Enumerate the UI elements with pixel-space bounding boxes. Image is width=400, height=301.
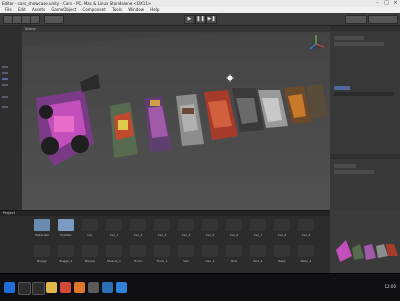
pivot-toggle[interactable] (44, 15, 64, 24)
asset-item[interactable]: Van_1 (198, 245, 222, 269)
system-tray-time[interactable]: 12:00 (384, 284, 396, 289)
hierarchy-panel (0, 26, 22, 210)
asset-item[interactable]: Truck_1 (150, 245, 174, 269)
asset-item[interactable]: Car_4 (174, 219, 198, 243)
project-panel: Project Materials Prefabs Car Car_1 Car_… (0, 210, 330, 274)
task-view-icon[interactable] (32, 282, 45, 295)
hierarchy-item[interactable] (2, 96, 8, 98)
inspector-row[interactable] (334, 86, 350, 90)
inspector-panel (330, 26, 400, 210)
scale-tool-icon[interactable] (30, 15, 40, 24)
asset-labels-header (330, 154, 400, 159)
play-button[interactable]: ▶ (184, 15, 195, 24)
maximize-icon[interactable]: □ (382, 0, 391, 7)
search-icon[interactable] (18, 282, 31, 295)
hierarchy-item[interactable] (2, 72, 8, 74)
asset-item[interactable]: Prefabs (54, 219, 78, 243)
scene-tab[interactable]: Scene (25, 27, 36, 31)
layers-dropdown[interactable] (345, 15, 367, 24)
asset-item[interactable]: Buggy (30, 245, 54, 269)
layout-dropdown[interactable] (368, 15, 398, 24)
taskbar: 12:00 (0, 273, 400, 301)
hierarchy-item[interactable] (2, 84, 8, 86)
asset-item[interactable]: Car_3 (150, 219, 174, 243)
hierarchy-item[interactable] (2, 66, 8, 68)
asset-item[interactable]: Muscle_1 (102, 245, 126, 269)
chrome-icon[interactable] (60, 282, 71, 293)
unity-icon[interactable] (88, 282, 99, 293)
asset-item[interactable]: Rod (222, 245, 246, 269)
title-bar: Editor - cars_showcase.unity - Cars - PC… (0, 0, 400, 7)
asset-item[interactable]: Materials (30, 219, 54, 243)
asset-item[interactable]: Car_7 (246, 219, 270, 243)
asset-item[interactable]: Muscle (78, 245, 102, 269)
hierarchy-item[interactable] (2, 78, 8, 80)
inspector-field[interactable] (334, 92, 394, 96)
step-button[interactable]: ▶❚ (206, 15, 217, 24)
asset-item[interactable]: Buggy_1 (54, 245, 78, 269)
minimize-icon[interactable]: – (373, 0, 382, 7)
preview-render (330, 210, 400, 273)
pause-button[interactable]: ❚❚ (195, 15, 206, 24)
asset-item[interactable]: Truck (126, 245, 150, 269)
inspector-row[interactable] (334, 170, 374, 174)
inspector-row[interactable] (334, 164, 356, 168)
asset-item[interactable]: Car_5 (198, 219, 222, 243)
project-header: Project (0, 211, 330, 216)
project-title: Project (3, 211, 15, 215)
inspector-header (330, 26, 400, 31)
toolbar: ▶ ❚❚ ▶❚ (0, 13, 400, 26)
windows-start-icon[interactable] (4, 282, 15, 293)
asset-item[interactable]: Car_6 (222, 219, 246, 243)
asset-item[interactable]: Car_2 (126, 219, 150, 243)
asset-item[interactable]: Car_9 (294, 219, 318, 243)
inspector-row[interactable] (334, 36, 364, 40)
asset-item[interactable]: Rally (270, 245, 294, 269)
window-title: Editor - cars_showcase.unity - Cars - PC… (2, 1, 152, 6)
scene-viewport[interactable] (22, 26, 330, 210)
asset-item[interactable]: Rally_1 (294, 245, 318, 269)
firefox-icon[interactable] (74, 282, 85, 293)
asset-item[interactable]: Car_8 (270, 219, 294, 243)
scene-render (22, 26, 330, 210)
mail-icon[interactable] (116, 282, 127, 293)
asset-item[interactable]: Car_1 (102, 219, 126, 243)
asset-item[interactable]: Car (78, 219, 102, 243)
inspector-row[interactable] (334, 42, 384, 46)
hierarchy-item[interactable] (2, 106, 8, 108)
store-icon[interactable] (102, 282, 113, 293)
scene-tab-bar: Scene (22, 26, 330, 32)
asset-item[interactable]: Van (174, 245, 198, 269)
file-explorer-icon[interactable] (46, 282, 57, 293)
asset-item[interactable]: Rod_1 (246, 245, 270, 269)
close-icon[interactable]: × (391, 0, 400, 7)
asset-preview (330, 210, 400, 273)
